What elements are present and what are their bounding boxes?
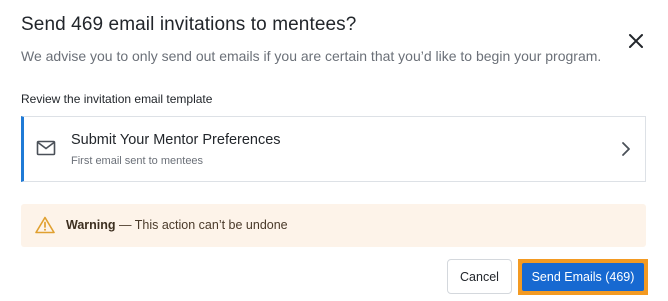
- send-emails-focus-ring: Send Emails (469): [518, 259, 648, 295]
- template-subtitle: First email sent to mentees: [71, 155, 204, 167]
- dialog-subtitle: We advise you to only send out emails if…: [21, 48, 602, 64]
- dialog-title: Send 469 email invitations to mentees?: [21, 14, 357, 35]
- warning-label: Warning: [66, 218, 116, 232]
- chevron-right-icon: [620, 141, 632, 157]
- email-template-card[interactable]: Submit Your Mentor Preferences First ema…: [21, 116, 646, 182]
- warning-icon: [35, 216, 55, 234]
- send-emails-button[interactable]: Send Emails (469): [522, 263, 644, 291]
- warning-banner: Warning — This action can’t be undone: [21, 204, 646, 247]
- mail-icon: [36, 139, 56, 157]
- section-label: Review the invitation email template: [21, 92, 213, 106]
- warning-message: — This action can’t be undone: [115, 218, 288, 232]
- close-icon[interactable]: [626, 31, 646, 51]
- send-invitations-dialog: Send 469 email invitations to mentees? W…: [0, 0, 668, 301]
- template-title: Submit Your Mentor Preferences: [71, 132, 281, 148]
- warning-text: Warning — This action can’t be undone: [66, 218, 288, 232]
- cancel-button[interactable]: Cancel: [447, 259, 512, 294]
